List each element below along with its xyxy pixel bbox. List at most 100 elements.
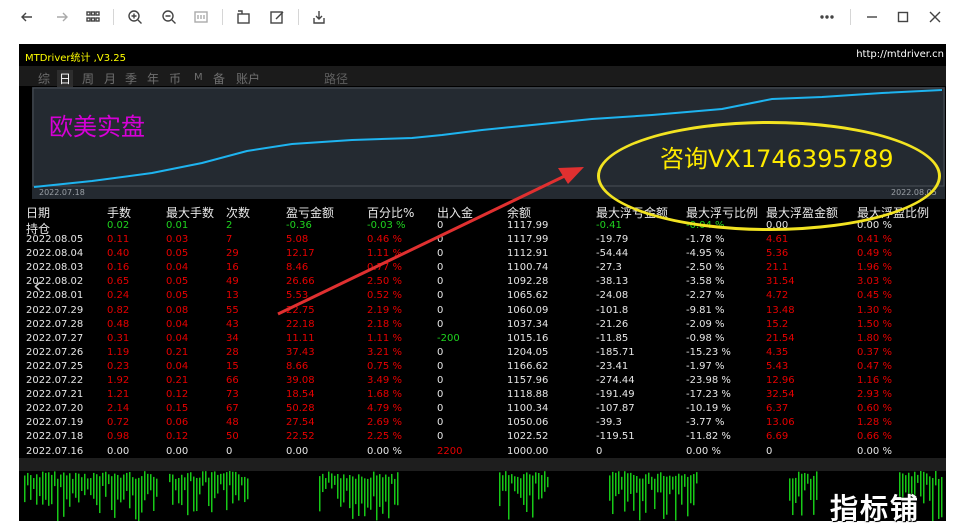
tab-currency[interactable]: 币 (169, 70, 181, 87)
tab-month[interactable]: 月 (104, 70, 116, 87)
cell-lots: 0.72 (107, 417, 130, 429)
table-row[interactable]: 2022.07.26 1.19 0.21 28 37.43 3.21 % 0 1204.05 -… (19, 347, 946, 361)
cell-max-float-loss: -27.3 (596, 262, 622, 274)
cell-percent: 3.49 % (367, 375, 402, 386)
table-row[interactable]: 2022.07.25 0.23 0.04 15 8.66 0.75 % 0 1166.62 -2… (19, 361, 946, 375)
zoom-out-icon[interactable] (158, 6, 180, 28)
close-icon[interactable] (924, 6, 946, 28)
mt-statistics-window: MTDriver统计 ,V3.25 http://mtdriver.cn 综 日… (19, 44, 946, 521)
cell-max-float-profit: 21.1 (766, 262, 789, 274)
cell-lots: 1.21 (107, 389, 130, 401)
cell-max-float-profit: 12.96 (766, 375, 795, 386)
cell-deposit: 0 (437, 304, 444, 316)
cell-max-float-loss-pct: -9.81 % (686, 304, 725, 316)
cell-max-float-profit: 0 (766, 445, 773, 457)
cell-balance: 1204.05 (507, 346, 549, 358)
cell-date: 2022.07.22 (26, 375, 84, 386)
rotate-icon[interactable] (233, 6, 255, 28)
tab-year[interactable]: 年 (147, 70, 159, 87)
cell-max-float-loss-pct: -2.09 % (686, 318, 725, 330)
tab-quarter[interactable]: 季 (125, 70, 137, 87)
total-row-bg (19, 458, 946, 471)
more-icon[interactable] (816, 6, 838, 28)
cell-max-float-loss-pct: -2.50 % (686, 262, 725, 274)
chart-date-start: 2022.07.18 (39, 188, 85, 197)
prev-arrow-icon[interactable]: ‹ (33, 274, 42, 299)
cell-pnl: 18.54 (286, 389, 315, 401)
col-header-balance: 余额 (507, 206, 532, 220)
table-row[interactable]: 2022.08.02 0.65 0.05 49 26.66 2.50 % 0 1092.28-… (19, 276, 946, 290)
table-row[interactable]: 2022.07.21 1.21 0.12 73 18.54 1.68 % 0 1118.88 -… (19, 389, 946, 403)
cell-pnl: 37.43 (286, 346, 315, 358)
cell-percent: 0.52 % (367, 290, 402, 302)
table-row[interactable]: 2022.07.20 2.14 0.15 67 50.28 4.79 % 0 1100.34 -… (19, 403, 946, 417)
cell-max-lots: 0.08 (166, 304, 189, 316)
cell-count: 55 (226, 304, 239, 316)
app-url[interactable]: http://mtdriver.cn (856, 49, 944, 60)
table-row[interactable]: 2022.07.18 0.98 0.12 50 22.52 2.25 % 0 1022.52 -… (19, 431, 946, 445)
cell-pnl: 50.28 (286, 403, 315, 415)
cell-max-float-profit-pct: 2.93 % (857, 389, 892, 401)
cell-max-float-profit: 13.06 (766, 417, 795, 429)
cell-percent: 0.00 % (367, 445, 402, 457)
tab-account[interactable]: 账户 (236, 70, 260, 87)
cell-max-float-loss: -107.87 (596, 403, 635, 415)
cell-date: 2022.08.04 (26, 248, 84, 260)
holding-lots: 0.02 (107, 220, 130, 231)
table-row[interactable]: 2022.08.03 0.16 0.04 16 8.46 0.77 % 0 1100.74 -2… (19, 262, 946, 276)
holding-balance: 1117.99 (507, 220, 549, 231)
cell-max-lots: 0.04 (166, 318, 189, 330)
cell-max-float-profit-pct: 0.66 % (857, 431, 892, 443)
table-row[interactable]: 2022.08.05 0.11 0.03 7 5.08 0.46 % 0 1117.99 -19… (19, 234, 946, 248)
cell-max-float-loss-pct: -3.77 % (686, 417, 725, 429)
cell-max-float-profit-pct: 3.03 % (857, 276, 892, 288)
zoom-in-icon[interactable] (124, 6, 146, 28)
holding-pnl: -0.36 (286, 220, 312, 231)
cell-date: 2022.07.27 (26, 332, 84, 344)
viewer-toolbar (0, 0, 963, 34)
tab-path[interactable]: 路径 (324, 70, 348, 87)
back-icon[interactable] (16, 6, 38, 28)
table-row[interactable]: 2022.07.22 1.92 0.21 66 39.08 3.49 % 0 1157.96 -… (19, 375, 946, 389)
tab-week[interactable]: 周 (82, 70, 94, 87)
fit-icon[interactable] (190, 6, 212, 28)
cell-deposit: 0 (437, 375, 444, 386)
cell-max-lots: 0.04 (166, 332, 189, 344)
cell-count: 0 (226, 445, 233, 457)
forward-icon[interactable] (51, 6, 73, 28)
edit-icon[interactable] (266, 6, 288, 28)
cell-lots: 0.82 (107, 304, 130, 316)
col-header-count: 次数 (226, 206, 251, 220)
cell-max-float-loss-pct: -0.98 % (686, 332, 725, 344)
cell-lots: 1.92 (107, 375, 130, 386)
table-row[interactable]: 2022.07.19 0.72 0.06 48 27.54 2.69 % 0 1050.06 -… (19, 417, 946, 431)
tab-overview[interactable]: 综 (38, 70, 50, 87)
minimize-icon[interactable] (861, 6, 883, 28)
tab-magic[interactable]: M (194, 72, 203, 83)
tab-note[interactable]: 备 (213, 70, 225, 87)
cell-max-float-loss: -101.8 (596, 304, 629, 316)
cell-max-float-profit-pct: 0.37 % (857, 346, 892, 358)
tab-day[interactable]: 日 (57, 70, 74, 87)
table-row[interactable]: 2022.07.28 0.48 0.04 43 22.18 2.18 % 0 1037.34 -… (19, 319, 946, 333)
cell-deposit: 0 (437, 431, 444, 443)
cell-balance: 1000.00 (507, 445, 549, 457)
cell-max-float-profit: 5.36 (766, 248, 789, 260)
grid-icon[interactable] (82, 6, 104, 28)
cell-balance: 1037.34 (507, 318, 549, 330)
cell-max-float-loss-pct: -2.27 % (686, 290, 725, 302)
cell-max-float-loss: -11.85 (596, 332, 629, 344)
cell-max-float-loss-pct: 0.00 % (686, 445, 721, 457)
cell-deposit: 2200 (437, 445, 463, 457)
save-icon[interactable] (308, 6, 330, 28)
cell-max-float-profit-pct: 0.47 % (857, 360, 892, 372)
table-row[interactable]: 2022.07.27 0.31 0.04 34 11.11 1.11 % -200 1015.… (19, 333, 946, 347)
table-row[interactable]: 2022.08.01 0.24 0.05 13 5.53 0.52 % 0 1065.62 -2… (19, 290, 946, 304)
table-row[interactable]: 2022.07.29 0.82 0.08 55 22.75 2.19 % 0 1060.09 -… (19, 305, 946, 319)
maximize-icon[interactable] (892, 6, 914, 28)
table-row[interactable]: 2022.08.04 0.40 0.05 29 12.17 1.11 % 0 1112.91 -… (19, 248, 946, 262)
cell-percent: 0.75 % (367, 360, 402, 372)
cell-percent: 2.69 % (367, 417, 402, 429)
cell-date: 2022.07.26 (26, 346, 84, 358)
cell-max-lots: 0.06 (166, 417, 189, 429)
